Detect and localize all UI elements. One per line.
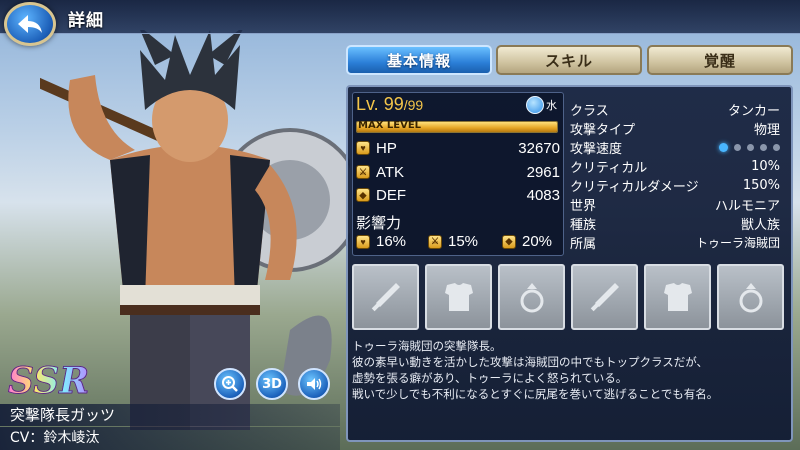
water-drop-icon bbox=[526, 96, 544, 114]
ring-icon bbox=[520, 283, 543, 313]
info-key: クラス bbox=[570, 104, 609, 119]
speed-gauge bbox=[719, 143, 780, 152]
element-label: 水 bbox=[546, 99, 557, 112]
info-value: トゥーラ海賊団 bbox=[695, 236, 780, 250]
stat-name: HP bbox=[376, 139, 397, 157]
stat-atk: ⚔ ATK 2961 bbox=[356, 161, 560, 183]
stat-def: ◆ DEF 4083 bbox=[356, 184, 560, 206]
description-line: 彼の素早い動きを活かした攻撃は海賊団の中でもトップクラスだが、 bbox=[352, 355, 709, 369]
voice-actor: CV：鈴木崚汰 bbox=[0, 427, 340, 450]
equip-slot-weapon-1[interactable] bbox=[352, 264, 419, 330]
sword-icon bbox=[590, 283, 619, 312]
info-attack-type: 攻撃タイプ 物理 bbox=[570, 119, 780, 138]
character-description: トゥーラ海賊団の突撃隊長。 彼の素早い動きを活かした攻撃は海賊団の中でもトップク… bbox=[352, 338, 788, 438]
equip-slot-weapon-2[interactable] bbox=[571, 264, 638, 330]
speed-dot bbox=[719, 143, 728, 152]
armor-icon bbox=[444, 283, 473, 311]
influence-atk: ⚔ 15% bbox=[428, 233, 478, 250]
heart-icon: ♥ bbox=[356, 234, 370, 249]
description-line: 虚勢を張る癖があり、トゥーラによく怒られている。 bbox=[352, 371, 628, 385]
zoom-in-icon bbox=[222, 376, 238, 392]
info-class: クラス タンカー bbox=[570, 100, 780, 119]
influence-value: 20% bbox=[522, 233, 553, 250]
info-key: 世界 bbox=[570, 199, 597, 214]
speed-dot bbox=[747, 144, 754, 151]
level-current: 99 bbox=[383, 94, 404, 114]
info-key: 攻撃速度 bbox=[570, 142, 623, 157]
info-affiliation: 所属 トゥーラ海賊団 bbox=[570, 233, 780, 252]
info-critical: クリティカル 10% bbox=[570, 157, 780, 176]
info-value: 10% bbox=[751, 159, 780, 174]
stat-value: 32670 bbox=[518, 139, 560, 157]
tab-skill[interactable]: スキル bbox=[496, 45, 642, 75]
voice-button[interactable] bbox=[298, 368, 330, 400]
info-world: 世界 ハルモニア bbox=[570, 195, 780, 214]
armor-icon bbox=[663, 283, 692, 311]
view-3d-button[interactable]: 3D bbox=[256, 368, 288, 400]
shield-icon: ◆ bbox=[502, 234, 516, 249]
influence-hp: ♥ 16% bbox=[356, 233, 406, 250]
ring-icon bbox=[739, 283, 762, 313]
equip-slot-accessory-1[interactable] bbox=[498, 264, 565, 330]
info-race: 種族 獣人族 bbox=[570, 214, 780, 233]
stat-hp: ♥ HP 32670 bbox=[356, 137, 560, 159]
description-line: 戦いで少しでも不利になるとすぐに尻尾を巻いて逃げることでも有名。 bbox=[352, 387, 719, 401]
equip-slot-armor-2[interactable] bbox=[644, 264, 711, 330]
influence-def: ◆ 20% bbox=[502, 233, 552, 250]
top-bar bbox=[0, 0, 800, 34]
tab-awakening[interactable]: 覚醒 bbox=[647, 45, 793, 75]
page-title: 詳細 bbox=[68, 11, 104, 31]
info-key: 所属 bbox=[570, 237, 597, 252]
equip-slot-armor-1[interactable] bbox=[425, 264, 492, 330]
description-line: トゥーラ海賊団の突撃隊長。 bbox=[352, 339, 502, 353]
level-display: Lv. 99/99 bbox=[356, 94, 423, 115]
info-critical-damage: クリティカルダメージ 150% bbox=[570, 176, 780, 195]
back-arrow-icon bbox=[18, 15, 42, 33]
rarity-badge: SSR bbox=[7, 360, 90, 403]
stat-name: DEF bbox=[376, 186, 406, 204]
level-max: /99 bbox=[403, 97, 424, 113]
info-key: クリティカル bbox=[570, 161, 648, 176]
stat-name: ATK bbox=[376, 163, 405, 181]
back-button[interactable] bbox=[4, 2, 56, 46]
equip-slot-accessory-2[interactable] bbox=[717, 264, 784, 330]
shield-icon: ◆ bbox=[356, 188, 370, 202]
speaker-icon bbox=[307, 378, 322, 390]
influence-label: 影響力 bbox=[356, 214, 402, 232]
info-key: クリティカルダメージ bbox=[570, 180, 699, 195]
stat-value: 2961 bbox=[526, 163, 560, 181]
sword-icon bbox=[371, 283, 400, 312]
tab-basic-info[interactable]: 基本情報 bbox=[346, 45, 492, 75]
zoom-button[interactable] bbox=[214, 368, 246, 400]
speed-dot bbox=[773, 144, 780, 151]
element-badge: 水 bbox=[526, 96, 557, 114]
info-value: 獣人族 bbox=[740, 218, 780, 233]
stat-value: 4083 bbox=[526, 186, 560, 204]
heart-icon: ♥ bbox=[356, 141, 370, 155]
speed-dot bbox=[734, 144, 741, 151]
level-prefix: Lv. bbox=[356, 94, 379, 114]
info-value: 物理 bbox=[753, 123, 780, 138]
character-name: 突撃隊長ガッツ bbox=[0, 404, 340, 426]
info-key: 種族 bbox=[570, 218, 597, 233]
speed-dot bbox=[760, 144, 767, 151]
sword-icon: ⚔ bbox=[428, 234, 442, 249]
level-bar-label: MAX LEVEL bbox=[358, 120, 422, 131]
info-value: タンカー bbox=[727, 104, 780, 119]
info-attack-speed: 攻撃速度 bbox=[570, 138, 780, 157]
info-value: ハルモニア bbox=[714, 199, 780, 214]
influence-value: 16% bbox=[376, 233, 407, 250]
influence-value: 15% bbox=[448, 233, 479, 250]
info-value: 150% bbox=[742, 178, 780, 193]
info-key: 攻撃タイプ bbox=[570, 123, 636, 138]
sword-icon: ⚔ bbox=[356, 165, 370, 179]
